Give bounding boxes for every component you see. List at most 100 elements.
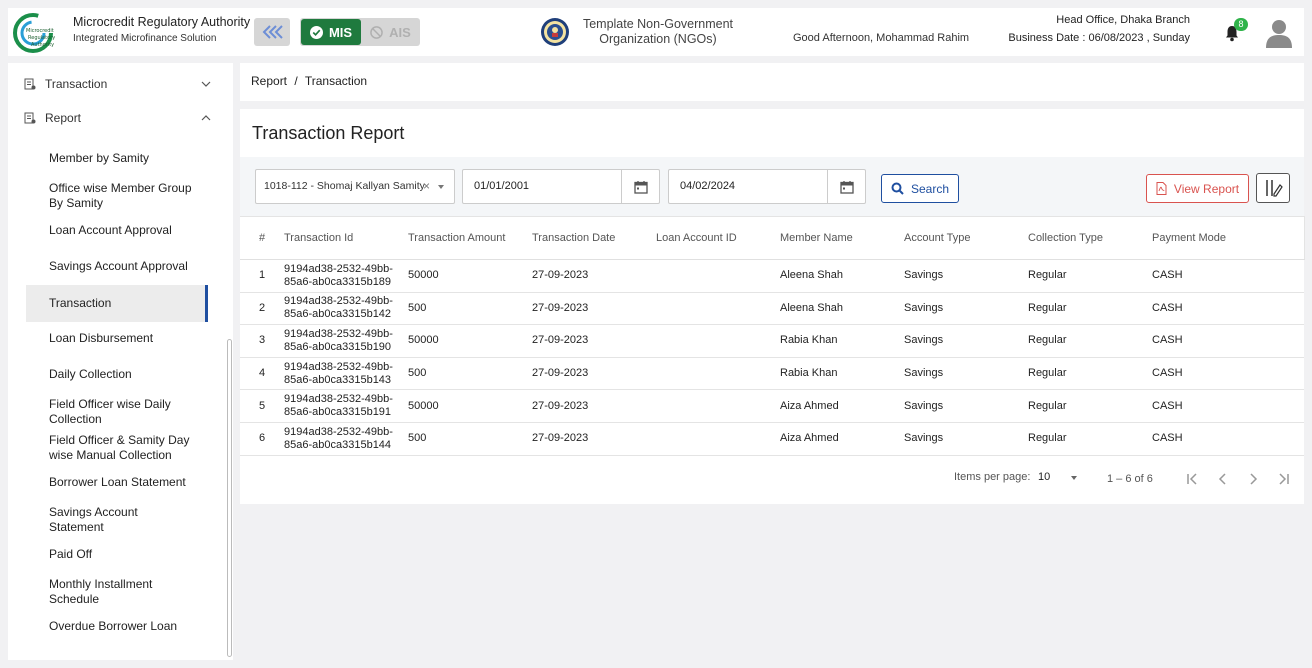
sidebar-item-loan-disbursement[interactable]: Loan Disbursement <box>26 329 208 347</box>
payment-mode: CASH <box>1152 357 1304 391</box>
sidebar-item-transaction-group[interactable]: Transaction <box>24 74 224 94</box>
account-type: Savings <box>904 324 1028 358</box>
transaction-amount: 500 <box>408 422 532 456</box>
samity-select[interactable]: 1018-112 - Shomaj Kallyan Samity × <box>255 169 455 204</box>
account-type: Savings <box>904 259 1028 293</box>
sidebar-item-field-officer-samity-day-collection[interactable]: Field Officer & Samity Day wise Manual C… <box>26 432 208 464</box>
first-page-icon[interactable] <box>1185 471 1201 487</box>
sidebar-scrollbar[interactable] <box>227 339 232 657</box>
loan-account-id <box>656 357 780 391</box>
transaction-date: 27-09-2023 <box>532 357 656 391</box>
check-circle-icon <box>309 25 323 39</box>
member-name: Aiza Ahmed <box>780 389 904 423</box>
sidebar-item-overdue-borrower-loan[interactable]: Overdue Borrower Loan <box>26 617 208 635</box>
from-date-picker-button[interactable] <box>621 170 659 203</box>
filter-bar: 1018-112 - Shomaj Kallyan Samity × 01/01… <box>240 157 1304 216</box>
svg-text:Authority: Authority <box>31 42 54 48</box>
chevron-down-icon[interactable] <box>1071 476 1077 480</box>
sidebar-item-monthly-installment-schedule[interactable]: Monthly Installment Schedule <box>26 576 176 608</box>
search-button[interactable]: Search <box>881 174 959 203</box>
sidebar-item-field-officer-daily-collection[interactable]: Field Officer wise Daily Collection <box>26 396 191 428</box>
payment-mode: CASH <box>1152 422 1304 456</box>
sidebar-item-paid-off[interactable]: Paid Off <box>26 545 208 563</box>
user-avatar-icon[interactable] <box>1265 18 1293 48</box>
sidebar-item-office-wise-member-group[interactable]: Office wise Member Group By Samity <box>26 180 196 212</box>
table-row[interactable]: 2 9194ad38-2532-49bb- 85a6-ab0ca3315b142 … <box>240 292 1304 326</box>
mis-button[interactable]: MIS <box>301 19 361 45</box>
sidebar-item-label: Daily Collection <box>49 366 132 381</box>
table-row[interactable]: 3 9194ad38-2532-49bb- 85a6-ab0ca3315b190 … <box>240 324 1304 358</box>
transaction-date: 27-09-2023 <box>532 324 656 358</box>
sidebar-item-daily-collection[interactable]: Daily Collection <box>26 365 208 383</box>
table-header-row: # Transaction Id Transaction Amount Tran… <box>240 216 1305 260</box>
search-button-label: Search <box>910 181 950 196</box>
to-date-field[interactable]: 04/02/2024 <box>668 169 866 204</box>
payment-mode: CASH <box>1152 324 1304 358</box>
last-page-icon[interactable] <box>1275 471 1291 487</box>
previous-page-icon[interactable] <box>1215 471 1231 487</box>
transaction-id-part: 9194ad38-2532-49bb- <box>284 425 393 438</box>
chevron-up-icon <box>201 115 211 121</box>
sidebar-group-label: Transaction <box>45 77 108 91</box>
sidebar-item-member-by-samity[interactable]: Member by Samity <box>26 149 208 167</box>
breadcrumb-current: Transaction <box>304 74 368 88</box>
branch-name: Head Office, Dhaka Branch <box>1056 14 1190 26</box>
view-report-button[interactable]: View Report <box>1146 174 1249 203</box>
transaction-id-part: 85a6-ab0ca3315b189 <box>284 275 392 288</box>
sidebar-item-transaction[interactable]: Transaction <box>26 285 208 322</box>
svg-text:Regulatory: Regulatory <box>28 35 55 41</box>
ngo-name-line1: Template Non-Government <box>582 17 734 31</box>
module-switch: MIS AIS <box>300 18 420 46</box>
loan-account-id <box>656 292 780 326</box>
sidebar-item-label: Field Officer wise Daily Collection <box>49 397 171 426</box>
row-number: 2 <box>240 292 284 326</box>
breadcrumb-bar: Report / Transaction <box>240 63 1304 101</box>
sidebar-group-label: Report <box>45 111 82 125</box>
mra-logo: Microcredit Regulatory Authority <box>13 13 55 53</box>
column-header: Loan Account ID <box>656 216 780 260</box>
transaction-amount: 50000 <box>408 389 532 423</box>
next-page-icon[interactable] <box>1245 471 1261 487</box>
table-row[interactable]: 6 9194ad38-2532-49bb- 85a6-ab0ca3315b144 … <box>240 422 1304 456</box>
to-date-picker-button[interactable] <box>827 170 865 203</box>
account-type: Savings <box>904 357 1028 391</box>
column-header: Transaction Amount <box>408 216 532 260</box>
top-header: Microcredit Regulatory Authority Microcr… <box>8 8 1304 56</box>
payment-mode: CASH <box>1152 259 1304 293</box>
sidebar-item-savings-account-approval[interactable]: Savings Account Approval <box>26 257 208 275</box>
ais-button[interactable]: AIS <box>362 19 419 45</box>
view-report-label: View Report <box>1173 181 1240 196</box>
transaction-table-wrap: # Transaction Id Transaction Amount Tran… <box>240 216 1305 456</box>
calendar-icon <box>633 180 648 194</box>
table-row[interactable]: 1 9194ad38-2532-49bb- 85a6-ab0ca3315b189 … <box>240 259 1304 293</box>
transaction-id: 9194ad38-2532-49bb- 85a6-ab0ca3315b189 <box>284 259 408 293</box>
sidebar-item-label: Overdue Borrower Loan <box>49 618 178 633</box>
transaction-id: 9194ad38-2532-49bb- 85a6-ab0ca3315b190 <box>284 324 408 358</box>
sidebar-item-borrower-loan-statement[interactable]: Borrower Loan Statement <box>26 473 208 491</box>
sidebar-item-report-group[interactable]: Report <box>24 108 224 128</box>
block-icon <box>370 25 383 39</box>
transaction-id-part: 85a6-ab0ca3315b142 <box>284 308 392 321</box>
transaction-id-part: 85a6-ab0ca3315b190 <box>284 340 392 353</box>
member-name: Aleena Shah <box>780 259 904 293</box>
column-settings-button[interactable] <box>1256 173 1290 203</box>
from-date-field[interactable]: 01/01/2001 <box>462 169 660 204</box>
sidebar-item-loan-account-approval[interactable]: Loan Account Approval <box>26 221 208 239</box>
sidebar-collapse-button[interactable] <box>254 18 290 46</box>
payment-mode: CASH <box>1152 292 1304 326</box>
pdf-file-icon <box>1156 182 1167 195</box>
breadcrumb-parent[interactable]: Report <box>251 74 287 88</box>
transaction-id: 9194ad38-2532-49bb- 85a6-ab0ca3315b142 <box>284 292 408 326</box>
collection-type: Regular <box>1028 292 1152 326</box>
sidebar-item-savings-account-statement[interactable]: Savings Account Statement <box>26 504 166 536</box>
transaction-id-part: 9194ad38-2532-49bb- <box>284 393 393 406</box>
page-range: 1 – 6 of 6 <box>1107 473 1153 485</box>
page-size-select[interactable]: 10 <box>1038 471 1050 483</box>
org-name: Microcredit Regulatory Authority <box>73 15 251 29</box>
table-row[interactable]: 5 9194ad38-2532-49bb- 85a6-ab0ca3315b191 … <box>240 389 1304 423</box>
transaction-id-part: 85a6-ab0ca3315b144 <box>284 438 392 451</box>
row-number: 1 <box>240 259 284 293</box>
clear-icon[interactable]: × <box>423 179 430 193</box>
loan-account-id <box>656 422 780 456</box>
table-row[interactable]: 4 9194ad38-2532-49bb- 85a6-ab0ca3315b143 … <box>240 357 1304 391</box>
